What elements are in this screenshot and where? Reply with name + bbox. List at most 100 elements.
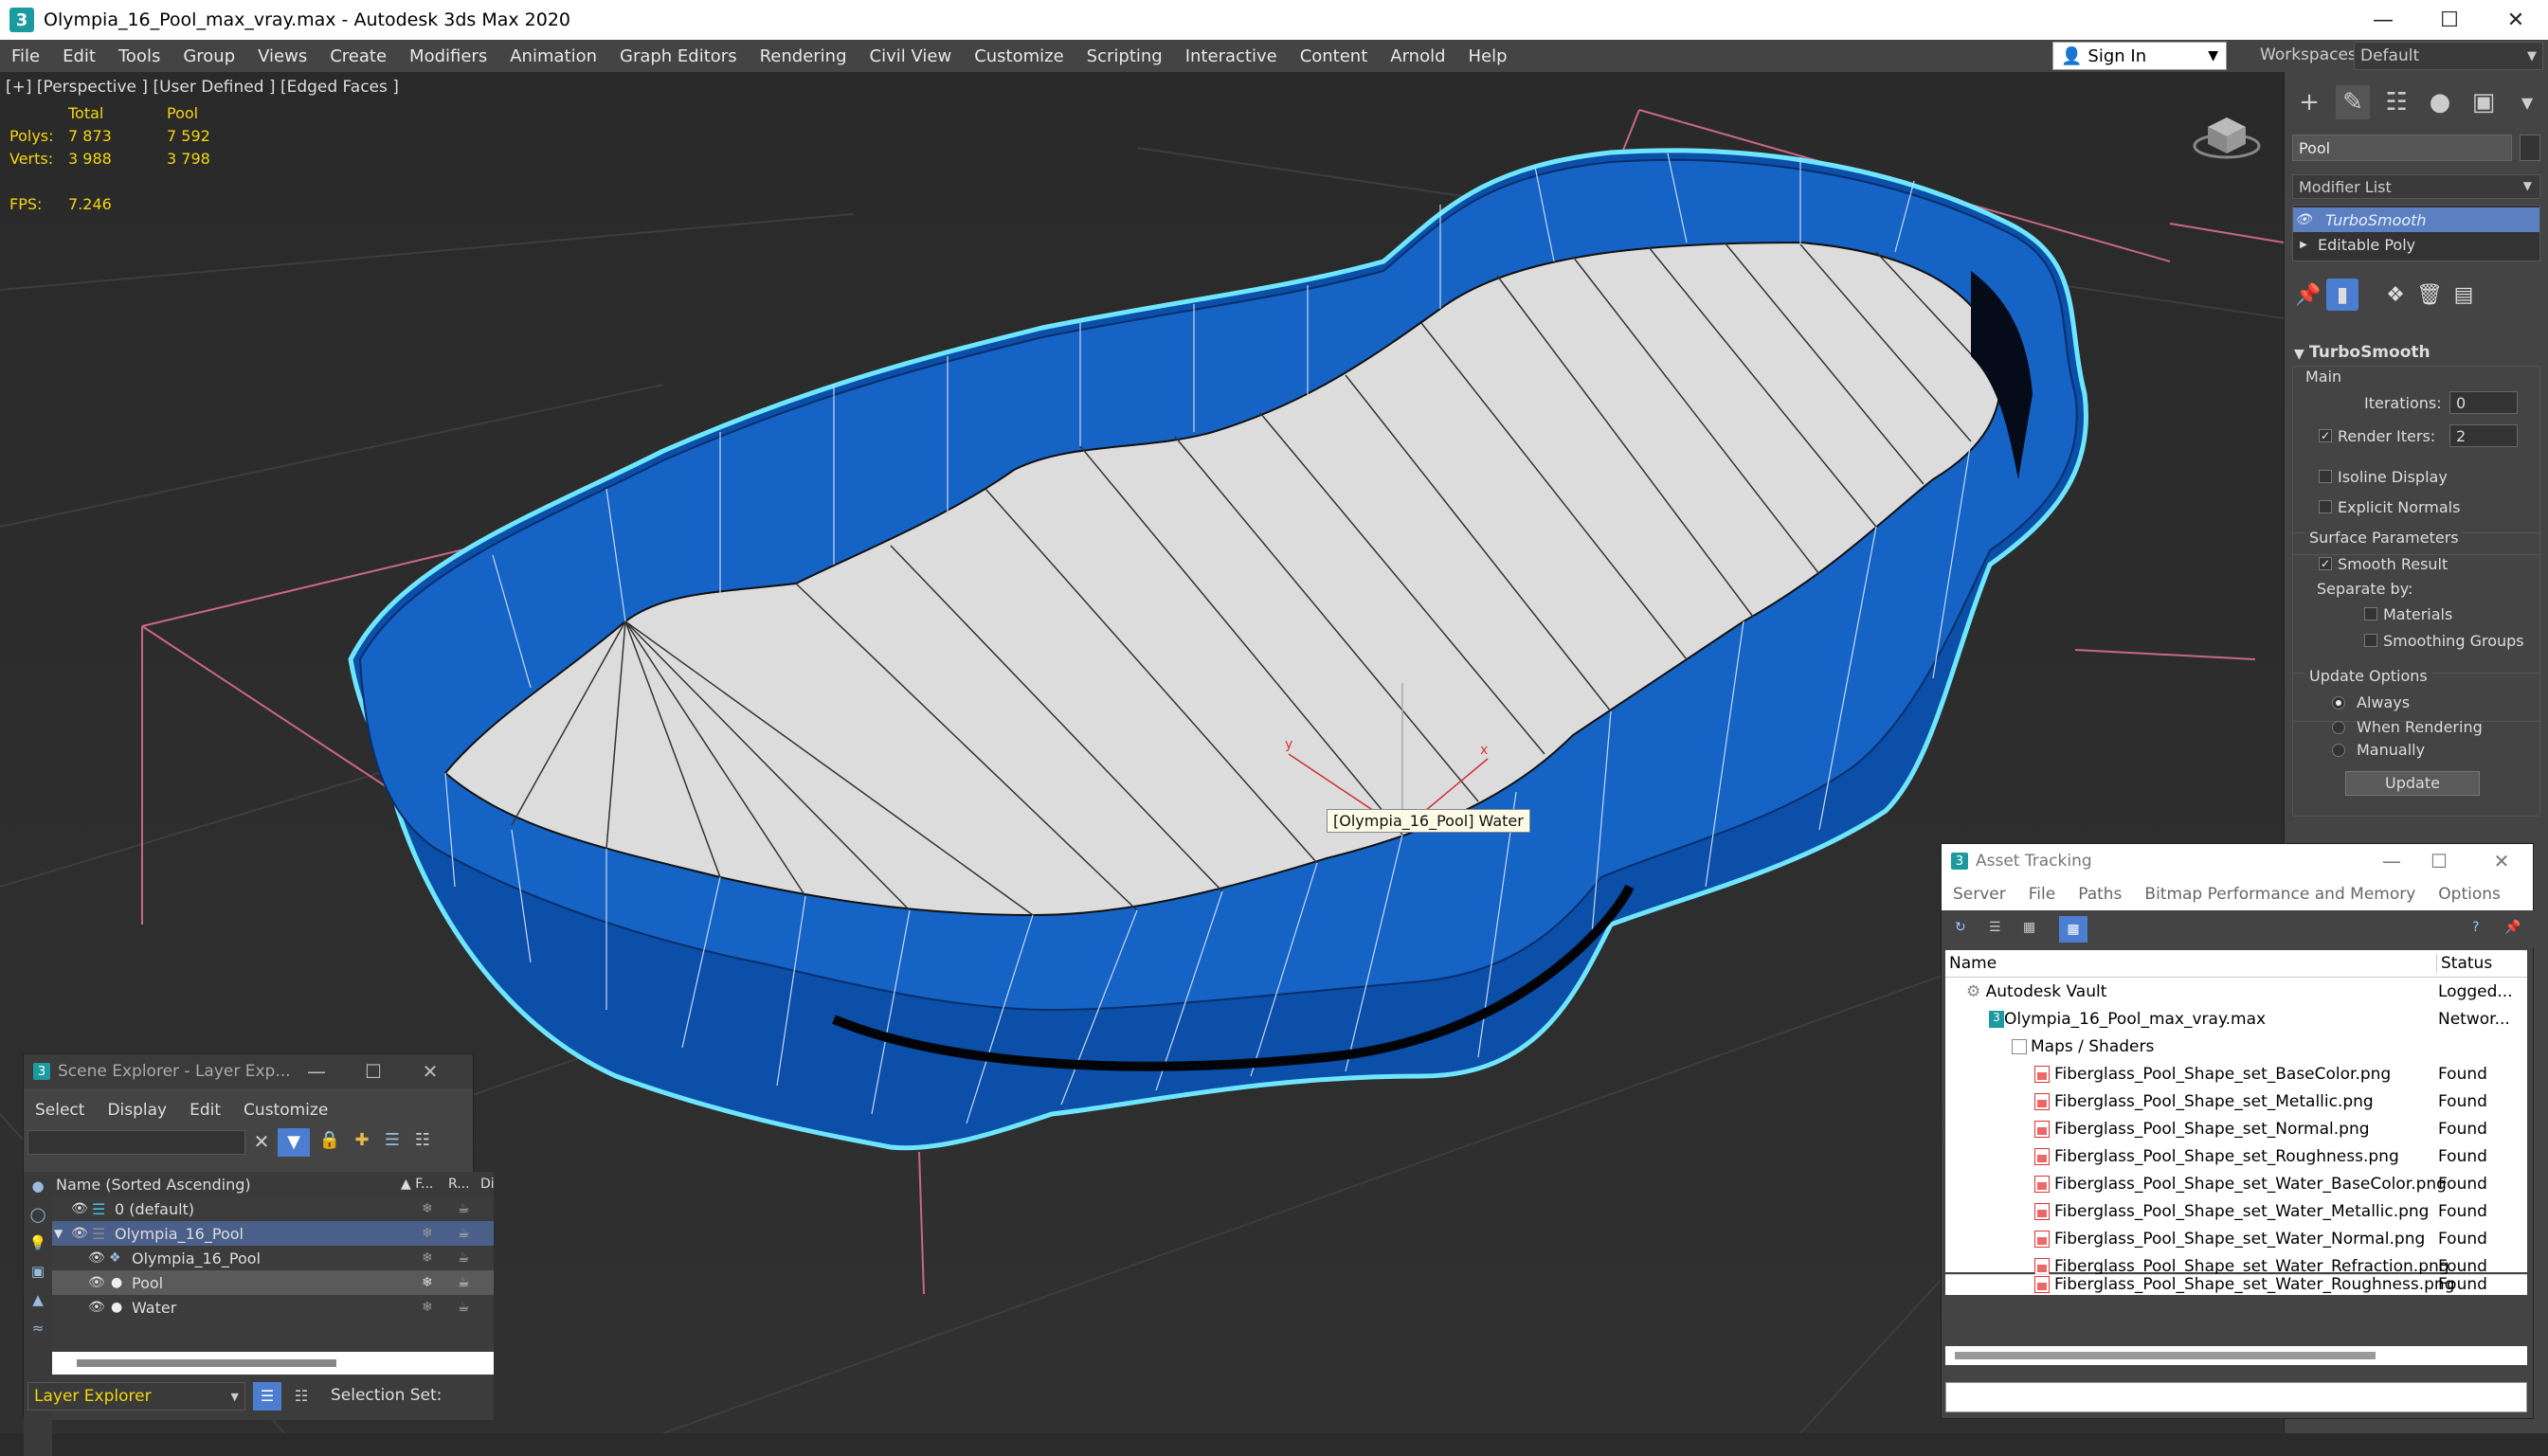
render-teapot-icon[interactable]: ☕	[458, 1226, 470, 1241]
asset-row[interactable]: 3 Olympia_16_Pool_max_vray.max Networ...	[1945, 1005, 2527, 1033]
object-name-input[interactable]: Pool	[2292, 135, 2512, 161]
help-icon[interactable]: ?	[2472, 920, 2491, 939]
motion-tab-icon[interactable]: ●	[2423, 85, 2457, 119]
minimize-icon[interactable]: —	[2350, 0, 2416, 40]
manually-radio[interactable]	[2332, 744, 2345, 757]
menu-edit[interactable]: Edit	[178, 1101, 232, 1120]
column-frozen[interactable]: ▲ F...	[401, 1177, 433, 1192]
menu-tools[interactable]: Tools	[107, 46, 172, 66]
tree-view-icon[interactable]: ▦	[2059, 916, 2087, 943]
menu-graph-editors[interactable]: Graph Editors	[608, 46, 749, 66]
menu-paths[interactable]: Paths	[2067, 885, 2133, 904]
asset-row[interactable]: Fiberglass_Pool_Shape_set_Water_Normal.p…	[1945, 1225, 2527, 1252]
layers-icon[interactable]: ☰	[380, 1130, 405, 1155]
asset-tracking-titlebar[interactable]: 3 Asset Tracking — ☐ ✕	[1942, 844, 2533, 878]
menu-file[interactable]: File	[2017, 885, 2067, 904]
tree-row[interactable]: 👁 ☰ 0 (default) ❄ ☕	[52, 1196, 494, 1221]
asset-row[interactable]: Fiberglass_Pool_Shape_set_Water_BaseColo…	[1945, 1170, 2527, 1197]
minimize-icon[interactable]: —	[2368, 844, 2415, 878]
display-shapes-icon[interactable]: ◯	[27, 1204, 48, 1225]
tree-row[interactable]: ▼ 👁 ☰ Olympia_16_Pool ❄ ☕	[52, 1221, 494, 1246]
display-geometry-icon[interactable]: ●	[27, 1176, 48, 1196]
iterations-spinner[interactable]: 0	[2449, 391, 2518, 414]
menu-rendering[interactable]: Rendering	[749, 46, 858, 66]
smoothing-groups-checkbox[interactable]	[2364, 634, 2377, 647]
render-teapot-icon[interactable]: ☕	[458, 1300, 470, 1315]
menu-group[interactable]: Group	[172, 46, 246, 66]
display-spacewarps-icon[interactable]: ≈	[27, 1318, 48, 1339]
scene-explorer-titlebar[interactable]: 3 Scene Explorer - Layer Exp... — ☐ ✕	[24, 1054, 473, 1088]
column-render[interactable]: R...	[448, 1177, 470, 1192]
render-iters-spinner[interactable]: 2	[2449, 424, 2518, 447]
column-name[interactable]: Name (Sorted Ascending)	[56, 1176, 251, 1194]
eye-icon[interactable]: 👁	[88, 1275, 105, 1290]
freeze-icon[interactable]: ❄	[422, 1250, 433, 1266]
explorer-type-dropdown[interactable]: Layer Explorer ▼	[27, 1382, 245, 1411]
refresh-icon[interactable]: ↻	[1955, 920, 1974, 939]
eye-icon[interactable]: 👁	[88, 1250, 105, 1266]
menu-modifiers[interactable]: Modifiers	[398, 46, 498, 66]
asset-row[interactable]: Fiberglass_Pool_Shape_set_Normal.png Fou…	[1945, 1115, 2527, 1142]
pin-stack-icon[interactable]: 📌	[2292, 279, 2324, 311]
make-unique-icon[interactable]: ❖	[2379, 279, 2412, 311]
minimize-icon[interactable]: —	[293, 1054, 340, 1088]
object-color-swatch[interactable]	[2520, 135, 2540, 161]
menu-file[interactable]: File	[0, 46, 51, 66]
configure-sets-icon[interactable]: ▤	[2448, 279, 2480, 311]
smooth-result-checkbox[interactable]: ✓	[2319, 557, 2332, 570]
display-tab-icon[interactable]: ▣	[2467, 85, 2501, 119]
menu-server[interactable]: Server	[1942, 885, 2017, 904]
modifier-list-dropdown[interactable]: Modifier List ▼	[2292, 174, 2540, 199]
column-status[interactable]: Status	[2436, 954, 2492, 973]
menu-options[interactable]: Options	[2427, 885, 2512, 904]
asset-row[interactable]: Fiberglass_Pool_Shape_set_Roughness.png …	[1945, 1142, 2527, 1170]
hierarchy-mode-icon[interactable]: ☷	[287, 1382, 316, 1411]
sign-in-button[interactable]: 👤 Sign In ▼	[2052, 42, 2227, 70]
asset-row[interactable]: Fiberglass_Pool_Shape_set_Water_Roughnes…	[1945, 1274, 2527, 1295]
materials-checkbox[interactable]	[2364, 607, 2377, 620]
viewcube-icon[interactable]	[2189, 106, 2265, 163]
menu-interactive[interactable]: Interactive	[1174, 46, 1289, 66]
eye-icon[interactable]: 👁	[71, 1201, 88, 1216]
display-helpers-icon[interactable]: ▲	[27, 1289, 48, 1310]
utilities-tab-icon[interactable]: ▼	[2510, 85, 2544, 119]
remove-modifier-icon[interactable]: 🗑	[2413, 279, 2446, 311]
menu-create[interactable]: Create	[318, 46, 398, 66]
freeze-icon[interactable]: ❄	[422, 1275, 433, 1290]
menu-arnold[interactable]: Arnold	[1379, 46, 1456, 66]
expand-arrow-icon[interactable]: ▶	[2293, 240, 2314, 250]
list-view-icon[interactable]: ☰	[1989, 920, 2008, 939]
asset-row[interactable]: Fiberglass_Pool_Shape_set_Metallic.png F…	[1945, 1088, 2527, 1115]
table-view-icon[interactable]: ▦	[2023, 920, 2042, 939]
menu-select[interactable]: Select	[24, 1101, 96, 1120]
freeze-icon[interactable]: ❄	[422, 1300, 433, 1315]
render-iters-checkbox[interactable]: ✓	[2319, 429, 2332, 442]
horizontal-scrollbar[interactable]	[1945, 1346, 2527, 1365]
menu-display[interactable]: Display	[96, 1101, 178, 1120]
column-name[interactable]: Name	[1949, 954, 1997, 973]
display-lights-icon[interactable]: 💡	[27, 1232, 48, 1253]
lock-icon[interactable]: 🔒	[317, 1130, 342, 1155]
menu-scripting[interactable]: Scripting	[1075, 46, 1174, 66]
always-radio[interactable]	[2332, 696, 2345, 710]
render-teapot-icon[interactable]: ☕	[458, 1275, 470, 1290]
menu-views[interactable]: Views	[246, 46, 318, 66]
asset-row[interactable]: Fiberglass_Pool_Shape_set_Water_Metallic…	[1945, 1197, 2527, 1225]
menu-civil-view[interactable]: Civil View	[858, 46, 964, 66]
maximize-icon[interactable]: ☐	[350, 1054, 397, 1088]
close-icon[interactable]: ✕	[2483, 0, 2548, 40]
tree-row[interactable]: 👁 ● Water ❄ ☕	[52, 1295, 494, 1320]
freeze-icon[interactable]: ❄	[422, 1201, 433, 1216]
scrollbar-thumb[interactable]	[1955, 1352, 2376, 1359]
update-button[interactable]: Update	[2345, 771, 2480, 796]
eye-icon[interactable]: 👁	[88, 1300, 105, 1315]
menu-animation[interactable]: Animation	[498, 46, 608, 66]
menu-edit[interactable]: Edit	[51, 46, 107, 66]
clear-search-icon[interactable]: ✕	[249, 1130, 274, 1155]
close-icon[interactable]: ✕	[2478, 844, 2525, 878]
horizontal-scrollbar[interactable]	[52, 1352, 494, 1375]
when-rendering-radio[interactable]	[2332, 721, 2345, 734]
collapse-arrow-icon[interactable]: ▼	[54, 1227, 63, 1240]
menu-bitmap-performance[interactable]: Bitmap Performance and Memory	[2133, 885, 2427, 904]
asset-row[interactable]: ⚙ Autodesk Vault Logged...	[1945, 978, 2527, 1005]
